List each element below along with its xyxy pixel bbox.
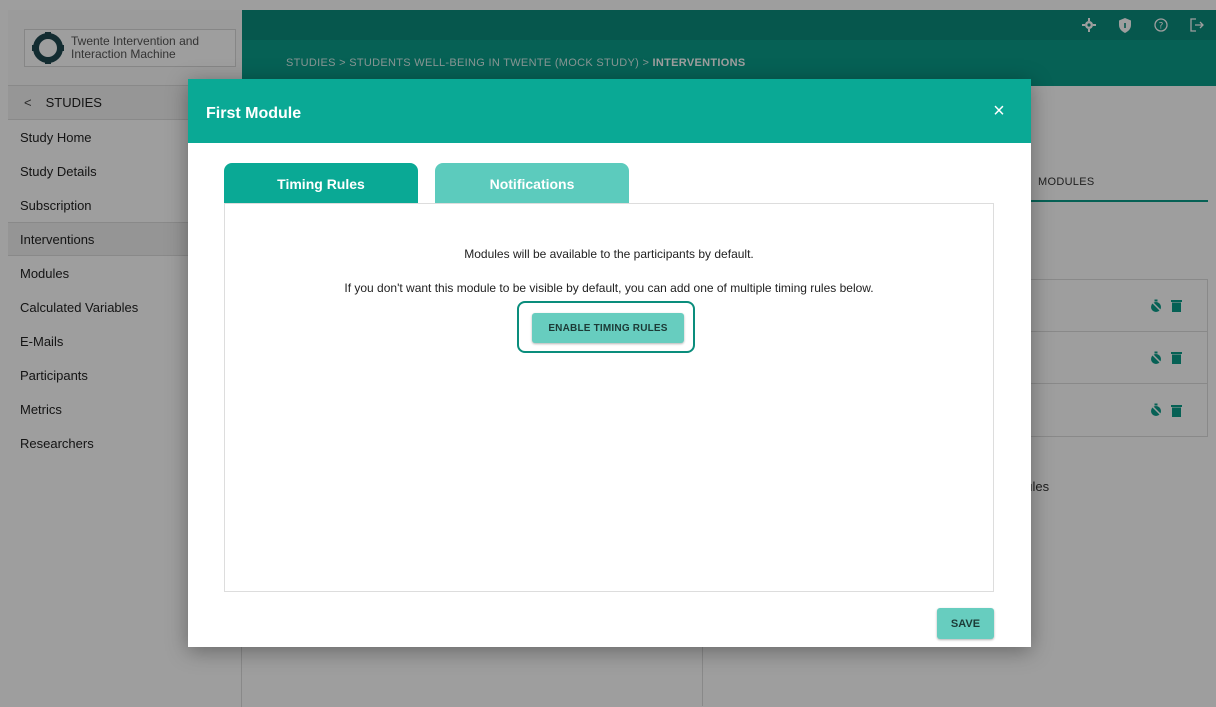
save-button[interactable]: SAVE bbox=[937, 608, 994, 639]
info-timing-rules-hint: If you don't want this module to be visi… bbox=[344, 281, 874, 295]
enable-timing-rules-button[interactable]: ENABLE TIMING RULES bbox=[532, 313, 684, 343]
timing-rules-panel: Modules will be available to the partici… bbox=[224, 203, 994, 592]
info-default-availability: Modules will be available to the partici… bbox=[464, 247, 754, 261]
dialog-header: First Module × bbox=[188, 79, 1031, 143]
close-icon[interactable]: × bbox=[987, 99, 1011, 123]
tab-timing-rules[interactable]: Timing Rules bbox=[224, 163, 418, 204]
module-dialog: First Module × Timing Rules Notification… bbox=[188, 79, 1031, 647]
dialog-title: First Module bbox=[206, 105, 302, 122]
tab-notifications[interactable]: Notifications bbox=[435, 163, 629, 204]
dialog-tabs: Timing Rules Notifications bbox=[224, 163, 629, 204]
